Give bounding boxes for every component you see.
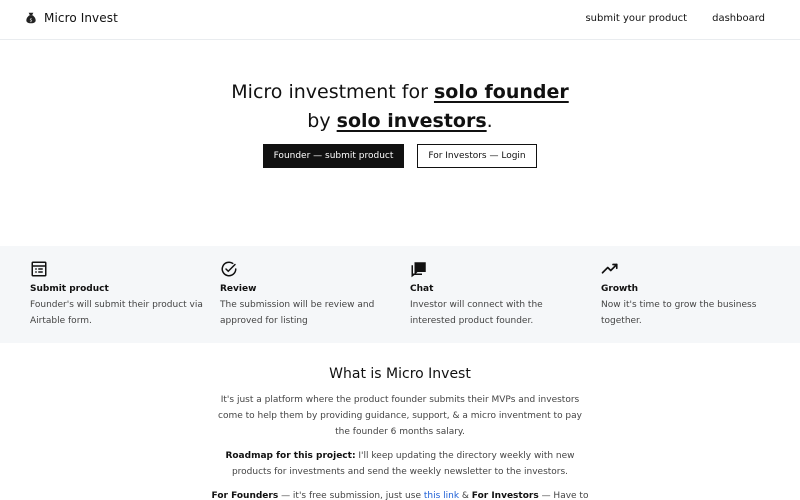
feature-description: The submission will be review and approv… [220, 300, 375, 326]
svg-text:$: $ [30, 18, 33, 24]
submission-link[interactable]: this link [424, 491, 459, 500]
brand[interactable]: $ Micro Invest [24, 11, 118, 25]
hero-buttons: Founder — submit product For Investors —… [0, 144, 800, 168]
roadmap-label: Roadmap for this project: [225, 451, 356, 461]
feature-title: Growth [601, 284, 639, 294]
nav-links: submit your product dashboard [585, 13, 765, 24]
investors-login-button[interactable]: For Investors — Login [417, 144, 537, 168]
feature-growth: Growth Now it's time to grow the busines… [601, 260, 781, 329]
feature-submit-product: Submit product Founder's will submit the… [30, 260, 210, 329]
about-intro: It's just a platform where the product f… [218, 395, 582, 437]
feature-title: Submit product [30, 284, 109, 294]
hero-line-2-prefix: by [307, 110, 337, 132]
nav-dashboard-link[interactable]: dashboard [712, 13, 765, 24]
about-title: What is Micro Invest [329, 366, 471, 382]
hero-emphasis-solo-founder: solo founder [433, 81, 569, 103]
feature-review: Review The submission will be review and… [220, 260, 400, 329]
feature-description: Investor will connect with the intereste… [410, 300, 543, 326]
chat-icon [411, 262, 426, 278]
top-navbar: $ Micro Invest submit your product dashb… [0, 0, 800, 40]
about-roadmap: Roadmap for this project: I'll keep upda… [210, 448, 590, 480]
about-submission: For Founders — it's free submission, jus… [210, 488, 590, 500]
hero-emphasis-solo-investors: solo investors [336, 110, 487, 132]
feature-chat: Chat Investor will connect with the inte… [410, 260, 590, 329]
hero-heading: Micro investment for solo founder by sol… [0, 78, 800, 136]
feature-description: Founder's will submit their product via … [30, 300, 203, 326]
nav-submit-product-link[interactable]: submit your product [585, 13, 687, 24]
hero-line-1: Micro investment for solo founder [0, 78, 800, 107]
amp-text: & [459, 491, 472, 500]
features-band: Submit product Founder's will submit the… [0, 246, 800, 343]
investors-label: For Investors [471, 491, 539, 500]
founders-text: — it's free submission, just use [278, 491, 424, 500]
money-bag-icon: $ [26, 12, 36, 24]
brand-name: Micro Invest [44, 11, 118, 25]
feature-description: Now it's time to grow the business toget… [601, 300, 757, 326]
hero-line-2-suffix: . [486, 110, 493, 132]
founder-submit-product-button[interactable]: Founder — submit product [263, 144, 404, 168]
form-icon [31, 261, 47, 277]
hero-line-2: by solo investors. [0, 107, 800, 136]
trending-up-icon [601, 263, 618, 274]
founders-label: For Founders [211, 491, 279, 500]
feature-title: Review [220, 284, 257, 294]
check-circle-icon [221, 261, 237, 277]
feature-title: Chat [410, 284, 434, 294]
hero-line-1-prefix: Micro investment for [231, 81, 434, 103]
